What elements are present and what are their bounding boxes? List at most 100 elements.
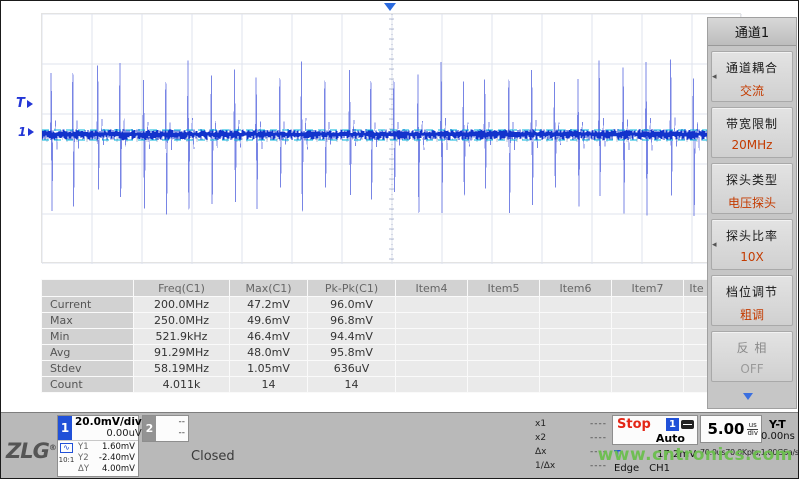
waveform-display[interactable]	[41, 13, 741, 263]
channel2-status: Closed	[191, 449, 235, 464]
row-label: Min	[42, 329, 134, 345]
table-cell	[468, 377, 540, 393]
right-arrow-icon	[28, 128, 34, 136]
menu-label: 探头比率	[712, 227, 792, 244]
column-header: Pk-Pk(C1)	[308, 280, 396, 297]
sidebar-title: 通道1	[708, 18, 796, 46]
table-cell: 14	[308, 377, 396, 393]
column-header: Item4	[396, 280, 468, 297]
cursor-label: Y2	[78, 453, 89, 464]
channel1-icon-column: ∿ 10:1	[58, 441, 75, 476]
table-row: Current 200.0MHz 47.2mV 96.0mV	[42, 297, 710, 313]
table-cell	[396, 313, 468, 329]
table-cell	[396, 361, 468, 377]
submenu-arrow-icon: ◂	[712, 240, 717, 250]
channel-marker-label: 1	[18, 125, 26, 139]
run-state: Stop	[613, 417, 651, 432]
table-cell	[684, 313, 710, 329]
row-label: Count	[42, 377, 134, 393]
timebase-box[interactable]: 5.00 us div	[700, 415, 762, 443]
run-state-row: Stop 1	[613, 416, 697, 432]
trigger-delay: 0.00ns	[761, 431, 795, 442]
table-cell: 521.9kHz	[134, 329, 230, 345]
trigger-status-box[interactable]: Stop 1 Auto	[612, 415, 698, 445]
row-label: Max	[42, 313, 134, 329]
table-cell: 49.6mV	[230, 313, 308, 329]
timebase-scale: 5.00	[707, 420, 744, 438]
channel2-info-box[interactable]: 2 -- --	[142, 415, 189, 442]
table-cell: 46.4mV	[230, 329, 308, 345]
channel1-scale: 20.0mV/div	[75, 417, 142, 428]
menu-label: 档位调节	[712, 283, 792, 300]
channel1-info-box[interactable]: 1 20.0mV/div 0.00uV ∿ 10:1 Y1 1.60mV	[57, 415, 139, 477]
trigger-position-marker-icon[interactable]	[384, 3, 396, 11]
submenu-arrow-icon: ◂	[712, 72, 717, 82]
cursor-row: Y2 -2.40mV	[78, 453, 135, 464]
cursor-label: x2	[535, 431, 546, 445]
cursor-label: x1	[535, 417, 546, 431]
column-header: Ite	[684, 280, 710, 297]
table-header-row: Freq(C1) Max(C1) Pk-Pk(C1) Item4 Item5 I…	[42, 280, 710, 297]
sidebar-item-gear-adjust[interactable]: 档位调节 粗调	[711, 275, 793, 326]
table-cell: 58.19MHz	[134, 361, 230, 377]
trigger-level-marker[interactable]: T	[16, 96, 33, 111]
channel1-scale-row: 1 20.0mV/div 0.00uV	[58, 416, 138, 441]
channel2-scale: --	[159, 417, 185, 428]
sidebar-item-invert[interactable]: 反 相 OFF	[711, 331, 793, 382]
sidebar-item-bandwidth-limit[interactable]: 带宽限制 20MHz	[711, 107, 793, 158]
table-cell: 636uV	[308, 361, 396, 377]
oscilloscope-screen: T 1 Freq(C1) Max(C1) Pk-Pk(C1) Item4 Ite…	[0, 0, 799, 479]
menu-value: 交流	[712, 82, 792, 99]
menu-label: 通道耦合	[712, 59, 792, 76]
table-cell: 47.2mV	[230, 297, 308, 313]
table-cell	[612, 297, 684, 313]
table-cell	[540, 297, 612, 313]
channel1-level-marker[interactable]: 1	[18, 125, 34, 139]
timebase-unit-denominator: div	[747, 430, 758, 437]
sidebar-item-coupling[interactable]: ◂ 通道耦合 交流	[711, 51, 793, 102]
table-cell	[540, 345, 612, 361]
table-row: Min 521.9kHz 46.4mV 94.4mV	[42, 329, 710, 345]
menu-value: OFF	[712, 362, 792, 376]
oscilloscope-graticule	[42, 14, 742, 264]
column-header: Item5	[468, 280, 540, 297]
sidebar-item-probe-ratio[interactable]: ◂ 探头比率 10X	[711, 219, 793, 270]
table-cell	[396, 345, 468, 361]
column-header: Item6	[540, 280, 612, 297]
zlg-logo: ZLG®	[6, 439, 56, 463]
cursor-label: 1/Δx	[535, 459, 555, 473]
watermark: www.cntronics.com	[598, 445, 793, 465]
menu-value: 10X	[712, 250, 792, 264]
table-cell	[468, 313, 540, 329]
y-cursor-readout: ∿ 10:1 Y1 1.60mV Y2 -2.40mV ΔY 4.00mV	[58, 441, 138, 476]
table-cell	[684, 377, 710, 393]
row-label: Current	[42, 297, 134, 313]
trigger-source-badge: 1	[666, 418, 679, 431]
scroll-down-icon[interactable]	[743, 393, 753, 400]
table-cell	[468, 329, 540, 345]
sidebar-item-probe-type[interactable]: 探头类型 电压探头	[711, 163, 793, 214]
cursor-value: -2.40mV	[99, 453, 135, 464]
table-cell	[396, 377, 468, 393]
row-label: Stdev	[42, 361, 134, 377]
table-cell: 200.0MHz	[134, 297, 230, 313]
menu-value: 20MHz	[712, 138, 792, 152]
measurement-table: Freq(C1) Max(C1) Pk-Pk(C1) Item4 Item5 I…	[41, 279, 710, 393]
table-row: Count 4.011k 14 14	[42, 377, 710, 393]
right-arrow-icon	[27, 100, 33, 108]
table-cell: 1.05mV	[230, 361, 308, 377]
table-row: Stdev 58.19MHz 1.05mV 636uV	[42, 361, 710, 377]
cursor-value: ----	[590, 417, 607, 431]
table-cell	[612, 361, 684, 377]
table-cell: 96.0mV	[308, 297, 396, 313]
table-cell	[612, 329, 684, 345]
table-cell	[612, 313, 684, 329]
table-cell	[468, 361, 540, 377]
table-cell: 96.8mV	[308, 313, 396, 329]
row-label: Avg	[42, 345, 134, 361]
x-cursor-readout: x1 ---- x2 ---- Δx ---- 1/Δx ----	[535, 417, 607, 473]
cursor-value: 4.00mV	[102, 464, 135, 475]
menu-label: 反 相	[712, 339, 792, 356]
table-cell	[612, 345, 684, 361]
channel1-values: 20.0mV/div 0.00uV	[72, 416, 145, 440]
